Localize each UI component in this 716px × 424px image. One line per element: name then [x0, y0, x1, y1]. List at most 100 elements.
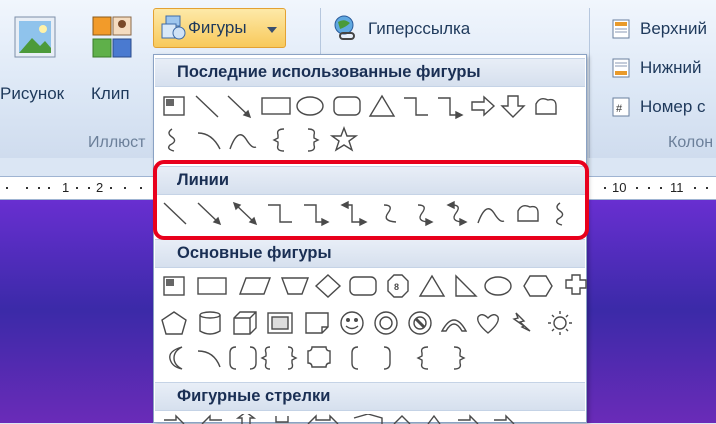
right-triangle-shape	[455, 274, 478, 297]
footer-button[interactable]: Нижний	[608, 56, 716, 80]
picture-icon	[14, 16, 56, 58]
footer-label: Нижний	[640, 58, 702, 77]
hyperlink-label: Гиперссылка	[368, 19, 471, 38]
recent-shapes-header: Последние использованные фигуры	[155, 58, 585, 87]
line-shape	[195, 95, 219, 118]
ruler-dot	[694, 187, 696, 189]
chevron-down-icon	[267, 27, 277, 33]
page-number-button[interactable]: # Номер с	[608, 95, 716, 119]
ruler-dot	[48, 187, 50, 189]
no-symbol-bar	[414, 317, 426, 329]
shapes-button[interactable]: Фигуры	[153, 8, 286, 48]
curve-shape	[229, 134, 257, 150]
pentagon-shape	[161, 311, 187, 335]
double-brace-shape	[260, 346, 298, 370]
left-bracket-shape	[351, 346, 359, 370]
oval-shape	[296, 96, 324, 116]
heart-shape	[477, 314, 499, 334]
clip-icon	[92, 16, 132, 58]
donut-shape-hole	[379, 316, 393, 330]
page-number-icon: #	[612, 97, 630, 117]
can-shape-top	[199, 311, 221, 319]
ruler-dot	[648, 187, 650, 189]
diamond-shape	[314, 274, 342, 298]
donut-shape	[374, 311, 398, 335]
down-arrow-shape	[275, 416, 289, 423]
lines-highlight-frame	[153, 160, 589, 240]
double-bracket-shape	[229, 346, 257, 370]
block-arrows-title: Фигурные стрелки	[177, 387, 331, 405]
smiley-eye	[345, 317, 350, 322]
ruler-number: 11	[670, 180, 684, 195]
header-button[interactable]: Верхний	[608, 17, 716, 41]
ruler-dot	[88, 187, 90, 189]
ruler-number: 2	[96, 180, 104, 195]
cube-shape	[233, 311, 257, 335]
ruler-number: 1	[62, 180, 70, 195]
footer-icon	[612, 58, 630, 78]
group-divider	[589, 8, 590, 158]
smiley-mouth	[345, 325, 359, 330]
ruler-dot	[26, 187, 28, 189]
parallelogram-shape	[238, 277, 272, 295]
hexagon-shape	[523, 275, 553, 297]
basic-shapes-row-3[interactable]	[158, 343, 588, 373]
right-brace-shape	[307, 128, 320, 152]
hyperlink-icon	[334, 15, 355, 40]
hyperlink-button[interactable]: Гиперссылка	[330, 14, 510, 44]
rounded-rect-shape	[349, 276, 377, 296]
ruler-dot	[38, 187, 40, 189]
textbox-shape-fill	[166, 279, 174, 286]
ruler-dot	[124, 187, 126, 189]
left-brace-shape	[416, 346, 429, 370]
oval-shape	[484, 276, 512, 296]
triangle-shape	[418, 274, 446, 297]
recent-shapes-row-1[interactable]	[158, 92, 588, 122]
smiley-face-shape	[340, 311, 364, 335]
scribble-shape	[167, 128, 176, 152]
ruler-dot	[110, 187, 112, 189]
basic-shapes-header: Основные фигуры	[155, 239, 585, 268]
block-arc-shape	[440, 319, 468, 332]
shapes-icon	[161, 15, 186, 40]
illustrations-group-label: Иллюст	[88, 134, 146, 151]
picture-label: Рисунок	[0, 84, 65, 103]
basic-shapes-title: Основные фигуры	[177, 244, 332, 262]
rectangle-shape	[261, 97, 291, 115]
basic-shapes-row-1[interactable]: 8	[158, 272, 588, 302]
plaque-shape	[307, 346, 331, 368]
right-arrow-shape	[471, 95, 496, 117]
header-icon	[612, 19, 630, 39]
clip-button[interactable]: Клип	[86, 8, 138, 118]
smiley-eye	[353, 317, 358, 322]
header-footer-group-label: Колон	[668, 134, 714, 151]
rounded-rect-shape	[333, 96, 361, 116]
recent-shapes-title: Последние использованные фигуры	[177, 63, 481, 81]
ruler-dot	[6, 187, 8, 189]
recent-shapes-row-2[interactable]	[158, 125, 588, 155]
shapes-label: Фигуры	[188, 18, 247, 37]
arrowhead	[455, 110, 464, 120]
ruler-dot	[636, 187, 638, 189]
svg-text:#: #	[616, 103, 623, 115]
textbox-shape-fill	[166, 99, 174, 106]
picture-button[interactable]: Рисунок	[0, 8, 82, 118]
ruler-dot	[604, 187, 606, 189]
trapezoid-shape	[280, 277, 310, 295]
header-label: Верхний	[640, 19, 707, 38]
ruler-dot	[140, 187, 142, 189]
ruler-dot	[76, 187, 78, 189]
left-brace-shape	[272, 128, 285, 152]
arc-shape	[197, 350, 221, 368]
curved-arrow-shape	[197, 132, 221, 150]
ruler-left-segment: 1 2	[0, 177, 153, 199]
block-arrows-header: Фигурные стрелки	[155, 382, 585, 411]
ruler-dot	[660, 187, 662, 189]
basic-shapes-row-2[interactable]	[158, 309, 588, 339]
folded-corner-shape	[305, 312, 329, 334]
star-shape	[329, 126, 359, 152]
triangle-shape	[368, 94, 396, 117]
ruler-number: 10	[612, 180, 627, 195]
clip-label: Клип	[91, 84, 130, 103]
freeform-shape	[535, 97, 557, 115]
